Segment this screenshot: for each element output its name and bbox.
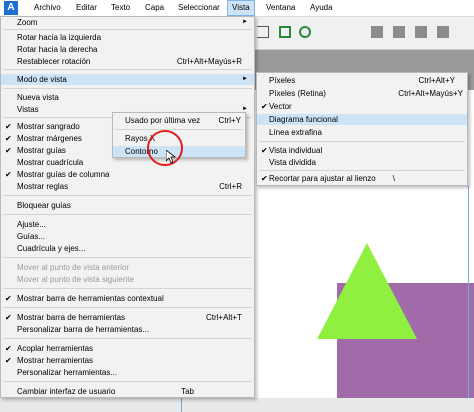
checkmark-icon: ✔: [5, 294, 12, 303]
toolbar-arrange-backward-icon[interactable]: [415, 26, 427, 38]
annotation-circle: [147, 130, 183, 166]
menu-separator: [3, 307, 252, 308]
checkmark-icon: ✔: [5, 313, 12, 322]
checkmark-icon: ✔: [5, 344, 12, 353]
menu-seleccionar[interactable]: Seleccionar: [174, 0, 224, 16]
submenu-arrow-icon: ►: [242, 19, 248, 25]
toolbar: [255, 17, 474, 50]
menu-vista[interactable]: Vista: [227, 0, 255, 16]
menu-item-context-toolbar[interactable]: ✔ Mostrar barra de herramientas contextua…: [1, 293, 254, 304]
menu-separator: [115, 129, 243, 130]
view-mode-submenu: Píxeles Ctrl+Alt+Y Píxeles (Retina) Ctrl+A…: [256, 72, 468, 186]
submenu-item-split-view[interactable]: Vista dividida: [257, 157, 467, 168]
submenu-item-pixels-retina[interactable]: Píxeles (Retina) Ctrl+Alt+Mayús+Y: [257, 88, 467, 99]
menu-item-new-view[interactable]: Nueva vista: [1, 92, 254, 103]
toolbar-arrange-back-icon[interactable]: [437, 26, 449, 38]
menu-texto[interactable]: Texto: [107, 0, 134, 16]
menu-item-rotate-left[interactable]: Rotar hacia la izquierda: [1, 32, 254, 43]
submenu-item-single-view[interactable]: ✔ Vista individual: [257, 145, 467, 156]
menu-item-reset-rotation[interactable]: Restablecer rotación Ctrl+Alt+Mayús+R: [1, 56, 254, 67]
menu-separator: [3, 257, 252, 258]
toolbar-grid-icon[interactable]: [257, 26, 269, 38]
menubar: A Archivo Editar Texto Capa Seleccionar …: [0, 0, 474, 17]
submenu-item-clip-to-canvas[interactable]: ✔ Recortar para ajustar al lienzo \: [257, 173, 467, 184]
checkmark-icon: ✔: [5, 170, 12, 179]
menu-item-show-column-guides[interactable]: ✔ Mostrar guías de columna: [1, 169, 254, 180]
submenu-arrow-icon: ►: [242, 76, 248, 82]
menu-item-next-viewpoint: Mover al punto de vista siguiente: [17, 275, 134, 284]
checkmark-icon: ✔: [261, 102, 268, 111]
menu-item-customize-tools[interactable]: Personalizar herramientas...: [1, 367, 254, 378]
menu-capa[interactable]: Capa: [141, 0, 168, 16]
submenu-item-wireframe[interactable]: Diagrama funcional: [257, 114, 467, 125]
menu-separator: [259, 170, 465, 171]
menu-item-dock-tools[interactable]: ✔ Acoplar herramientas: [1, 343, 254, 354]
vista-menu: Zoom ► Rotar hacia la izquierda Rotar hac…: [0, 16, 255, 398]
toolbar-rotate-icon[interactable]: [299, 26, 311, 38]
checkmark-icon: ✔: [5, 122, 12, 131]
checkmark-icon: ✔: [5, 134, 12, 143]
menu-archivo[interactable]: Archivo: [30, 0, 65, 16]
checkmark-icon: ✔: [261, 146, 268, 155]
menu-ventana[interactable]: Ventana: [262, 0, 299, 16]
menu-editar[interactable]: Editar: [72, 0, 101, 16]
checkmark-icon: ✔: [5, 146, 12, 155]
menu-item-lock-guides[interactable]: Bloquear guías: [1, 200, 254, 211]
menu-separator: [3, 195, 252, 196]
toolbar-arrange-forward-icon[interactable]: [393, 26, 405, 38]
menu-item-show-tools[interactable]: ✔ Mostrar herramientas: [1, 355, 254, 366]
menu-item-previous-viewpoint: Mover al punto de vista anterior: [17, 263, 130, 272]
menu-separator: [3, 214, 252, 215]
guide-line: [468, 186, 469, 412]
menu-separator: [3, 88, 252, 89]
menu-separator: [3, 381, 252, 382]
toolbar-arrange-front-icon[interactable]: [371, 26, 383, 38]
menu-separator: [3, 288, 252, 289]
menu-item-customize-toolbar[interactable]: Personalizar barra de herramientas...: [1, 324, 254, 335]
menu-item-rotate-right[interactable]: Rotar hacia la derecha: [1, 44, 254, 55]
menu-item-zoom[interactable]: Zoom ►: [1, 17, 254, 28]
toolbar-frame-icon[interactable]: [279, 26, 291, 38]
checkmark-icon: ✔: [261, 174, 268, 183]
menu-separator: [259, 141, 465, 142]
menu-separator: [3, 338, 252, 339]
menu-item-view-mode[interactable]: Modo de vista ►: [1, 74, 254, 85]
submenu-item-hairline[interactable]: Línea extrafina: [257, 127, 467, 138]
mouse-pointer-icon: [166, 150, 176, 164]
menu-ayuda[interactable]: Ayuda: [306, 0, 337, 16]
menu-item-show-grid[interactable]: Mostrar cuadrícula: [1, 157, 254, 168]
submenu-item-last-used[interactable]: Usado por última vez Ctrl+Y: [113, 115, 245, 126]
submenu-item-vector[interactable]: ✔ Vector: [257, 101, 467, 112]
submenu-item-pixels[interactable]: Píxeles Ctrl+Alt+Y: [257, 75, 467, 86]
menu-separator: [3, 29, 252, 30]
menu-item-snapping[interactable]: Ajuste...: [1, 219, 254, 230]
status-strip: [0, 398, 474, 412]
canvas-triangle-shape[interactable]: [317, 243, 417, 339]
menu-item-grid-axes[interactable]: Cuadrícula y ejes...: [1, 243, 254, 254]
app-logo-icon[interactable]: A: [4, 1, 18, 15]
menu-item-show-rulers[interactable]: Mostrar reglas Ctrl+R: [1, 181, 254, 192]
menu-item-show-toolbar[interactable]: ✔ Mostrar barra de herramientas Ctrl+Alt+T: [1, 312, 254, 323]
menu-item-toggle-ui[interactable]: Cambiar interfaz de usuario Tab: [1, 386, 254, 397]
menu-item-guides-dialog[interactable]: Guías...: [1, 231, 254, 242]
checkmark-icon: ✔: [5, 356, 12, 365]
menu-separator: [3, 69, 252, 70]
